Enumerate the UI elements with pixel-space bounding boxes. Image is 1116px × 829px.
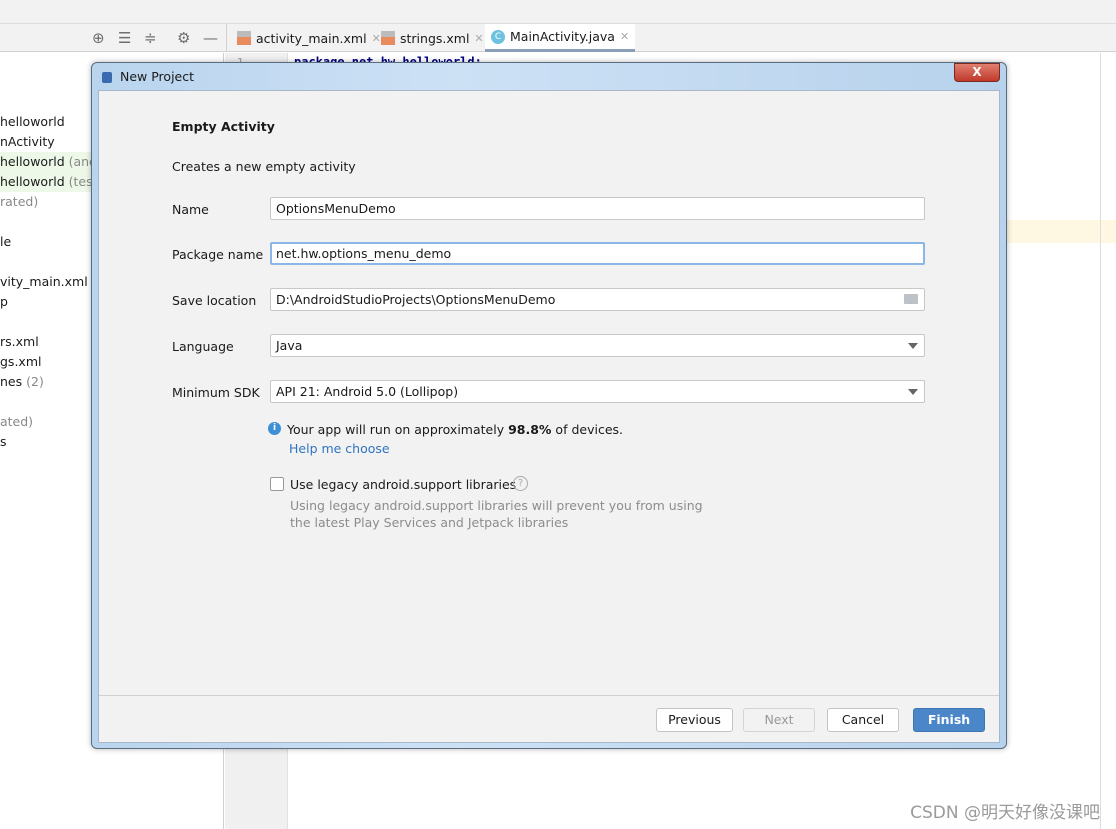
legacy-hint-line2: the latest Play Services and Jetpack lib… [290,515,569,530]
package-name-field[interactable]: net.hw.options_menu_demo [270,242,925,265]
package-name-label: Package name [172,247,264,262]
legacy-libraries-checkbox[interactable] [270,477,284,491]
new-project-dialog: New Project X Empty Activity Creates a n… [91,62,1007,749]
xml-file-icon [237,31,251,45]
help-me-choose-link[interactable]: Help me choose [289,441,390,456]
expand-all-icon[interactable]: ☰ [118,29,131,47]
tree-item[interactable]: rs.xml [0,334,39,349]
tab-label: activity_main.xml [256,30,367,46]
tree-item[interactable]: le [0,234,11,249]
tree-item[interactable]: ated) [0,414,33,429]
tree-item[interactable]: nes (2) [0,374,44,389]
close-button[interactable]: X [954,63,1000,82]
legacy-libraries-label[interactable]: Use legacy android.support libraries [290,477,516,492]
dialog-title: New Project [120,69,195,84]
tree-item[interactable]: helloworld [0,114,65,129]
editor-tabs: activity_main.xml ✕ strings.xml ✕ C MainAct… [226,24,1116,52]
device-coverage-text: Your app will run on approximately 98.8%… [287,422,623,437]
tab-activity-main[interactable]: activity_main.xml ✕ [231,24,387,52]
close-icon[interactable]: ✕ [620,30,629,43]
tab-label: MainActivity.java [510,29,615,44]
watermark: CSDN @明天好像没课吧 [910,803,1100,823]
xml-file-icon [381,31,395,45]
cancel-button[interactable]: Cancel [827,708,899,732]
project-toolbar: ⊕ ☰ ≑ ⚙ — [0,24,226,52]
dialog-body: Empty Activity Creates a new empty activ… [98,90,1000,743]
legacy-hint-line1: Using legacy android.support libraries w… [290,498,703,513]
tree-item[interactable]: helloworld (test) [0,172,102,192]
tree-item[interactable]: gs.xml [0,354,41,369]
tab-main-activity[interactable]: C MainActivity.java ✕ [485,24,636,52]
min-sdk-label: Minimum SDK [172,385,260,400]
top-menu-bar [0,0,1116,24]
android-studio-icon [102,72,112,83]
language-label: Language [172,339,234,354]
chevron-down-icon [908,389,918,395]
tree-item[interactable]: p [0,294,8,309]
help-icon[interactable]: ? [513,476,528,491]
tree-item[interactable]: nActivity [0,134,55,149]
dialog-heading: Empty Activity [172,119,275,134]
language-value: Java [276,338,303,353]
gear-icon[interactable]: ⚙ [177,29,190,47]
collapse-all-icon[interactable]: ≑ [144,29,157,47]
tree-item[interactable]: helloworld (andr [0,152,102,172]
minimize-icon[interactable]: — [203,29,218,47]
tree-item[interactable]: rated) [0,194,38,209]
close-icon[interactable]: ✕ [474,32,483,45]
tab-strings[interactable]: strings.xml ✕ [375,24,490,52]
name-field[interactable]: OptionsMenuDemo [270,197,925,220]
folder-icon[interactable] [904,294,918,304]
java-class-icon: C [491,29,505,44]
save-location-label: Save location [172,293,257,308]
right-margin-guide [1100,53,1101,829]
tree-item[interactable]: vity_main.xml [0,274,88,289]
next-button[interactable]: Next [743,708,815,732]
tab-label: strings.xml [400,30,470,46]
min-sdk-select[interactable]: API 21: Android 5.0 (Lollipop) [270,380,925,403]
save-location-field[interactable]: D:\AndroidStudioProjects\OptionsMenuDemo [270,288,925,311]
min-sdk-value: API 21: Android 5.0 (Lollipop) [276,384,459,399]
footer-divider [99,695,999,696]
save-location-value: D:\AndroidStudioProjects\OptionsMenuDemo [276,292,556,307]
locate-icon[interactable]: ⊕ [92,29,105,47]
dialog-subtitle: Creates a new empty activity [172,159,356,174]
language-select[interactable]: Java [270,334,925,357]
finish-button[interactable]: Finish [913,708,985,732]
info-icon: i [268,422,281,435]
chevron-down-icon [908,343,918,349]
tree-item[interactable]: s [0,434,7,449]
name-label: Name [172,202,209,217]
previous-button[interactable]: Previous [656,708,733,732]
